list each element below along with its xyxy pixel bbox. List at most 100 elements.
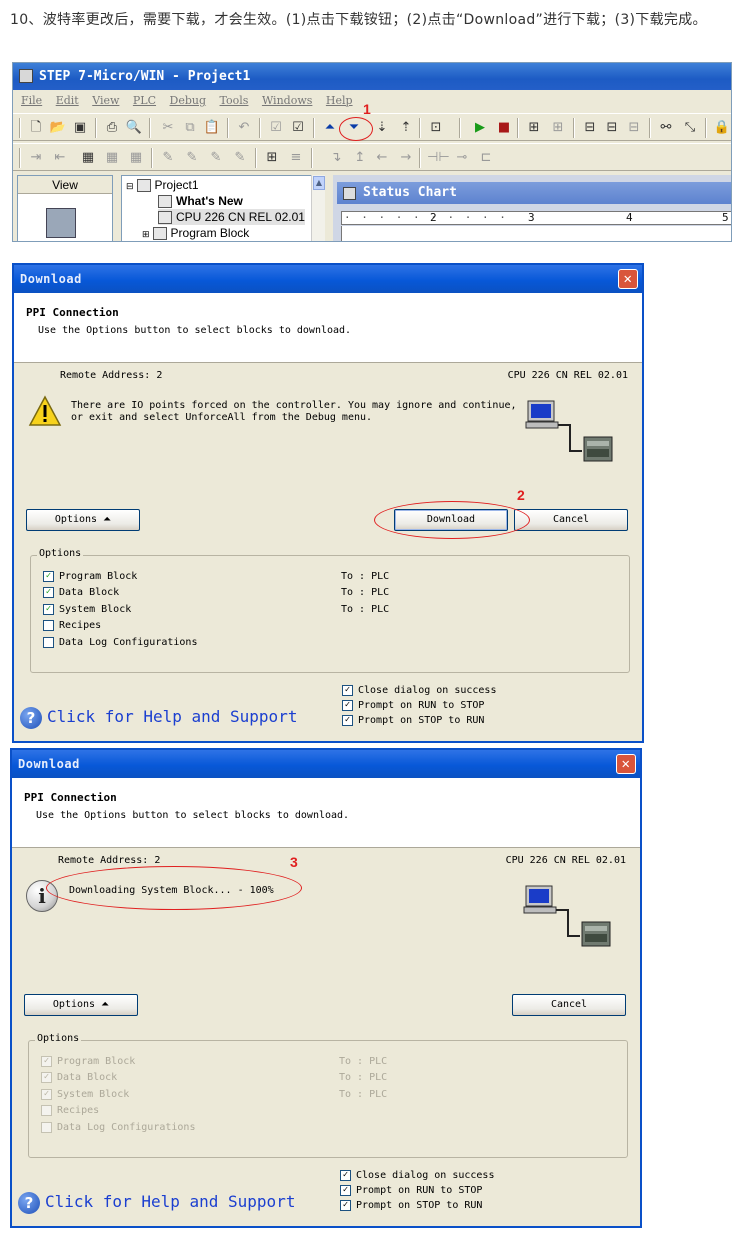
help-link[interactable]: ? Click for Help and Support: [18, 1190, 295, 1214]
menu-windows[interactable]: Windows: [262, 94, 312, 107]
option-recipes[interactable]: Recipes: [43, 619, 101, 633]
option-data-block[interactable]: ✓ Data Block: [43, 586, 119, 600]
checkbox-checked-icon[interactable]: ✓: [342, 684, 353, 696]
setting-prompt-run-to-stop[interactable]: ✓ Prompt on RUN to STOP: [342, 699, 484, 713]
checkbox-checked-icon[interactable]: ✓: [340, 1169, 351, 1181]
upload-icon[interactable]: ⏶: [321, 119, 339, 137]
cut-icon[interactable]: ✂: [159, 119, 177, 137]
symbol-table-icon[interactable]: ⊞: [263, 149, 281, 167]
pause-status-icon[interactable]: ⊞: [549, 119, 567, 137]
menu-view[interactable]: View: [92, 94, 119, 107]
write-all-icon[interactable]: ⊟: [625, 119, 643, 137]
run-icon[interactable]: ▶: [471, 119, 489, 137]
menu-file[interactable]: File: [21, 94, 42, 107]
dialog-header: PPI Connection Use the Options button to…: [12, 778, 640, 848]
insert-row-icon[interactable]: ⇥: [27, 149, 45, 167]
delete-row-icon[interactable]: ⇤: [51, 149, 69, 167]
undo-icon[interactable]: ↶: [235, 119, 253, 137]
line-down-icon[interactable]: ↴: [327, 149, 345, 167]
paste-icon[interactable]: 📋: [203, 119, 221, 137]
close-icon[interactable]: ✕: [618, 269, 638, 289]
checkbox-checked-icon[interactable]: ✓: [342, 714, 353, 726]
pencil-alt-icon[interactable]: ✎: [183, 149, 201, 167]
scroll-up-icon[interactable]: ▲: [313, 176, 325, 190]
menu-help[interactable]: Help: [326, 94, 353, 107]
pencil-alt3-icon[interactable]: ✎: [231, 149, 249, 167]
checkbox-checked-icon[interactable]: ✓: [342, 699, 353, 711]
checkbox-checked-icon[interactable]: ✓: [340, 1199, 351, 1211]
compile-icon[interactable]: ☑: [267, 119, 285, 137]
stop-icon[interactable]: ■: [495, 119, 513, 137]
box-icon[interactable]: ⊏: [477, 149, 495, 167]
single-read-icon[interactable]: ⊟: [603, 119, 621, 137]
tree-scrollbar[interactable]: ▲: [311, 175, 325, 241]
setting-prompt-stop-to-run[interactable]: ✓ Prompt on STOP to RUN: [340, 1199, 482, 1213]
force-icon[interactable]: ⚯: [657, 119, 675, 137]
options-button[interactable]: Options ⏶: [24, 994, 138, 1016]
close-icon[interactable]: ✕: [616, 754, 636, 774]
option-program-block[interactable]: ✓ Program Block: [43, 570, 137, 584]
sort-ascending-icon[interactable]: ⇣: [373, 119, 391, 137]
system-block-target: To : PLC: [341, 604, 390, 615]
menu-debug[interactable]: Debug: [170, 94, 207, 107]
cpu-icon: [158, 211, 172, 225]
cancel-button[interactable]: Cancel: [514, 509, 628, 531]
help-icon[interactable]: ?: [18, 1191, 40, 1214]
symbol-addressing-icon[interactable]: ≡: [287, 149, 305, 167]
line-right-icon[interactable]: →: [397, 149, 415, 167]
collapse-icon[interactable]: ⊟: [126, 181, 134, 191]
cancel-button[interactable]: Cancel: [512, 994, 626, 1016]
checkbox-unchecked-icon[interactable]: [43, 619, 54, 631]
help-link[interactable]: ? Click for Help and Support: [20, 705, 297, 729]
coil-icon[interactable]: ⊸: [453, 149, 471, 167]
setting-prompt-stop-to-run[interactable]: ✓ Prompt on STOP to RUN: [342, 714, 484, 728]
prev-bookmark-icon[interactable]: ▦: [127, 149, 145, 167]
checkbox-checked-icon[interactable]: ✓: [43, 570, 54, 582]
next-bookmark-icon[interactable]: ▦: [103, 149, 121, 167]
pencil-alt2-icon[interactable]: ✎: [207, 149, 225, 167]
options-button[interactable]: Options ⏶: [26, 509, 140, 531]
tree-item-whats-new[interactable]: What's New: [158, 193, 243, 209]
copy-icon[interactable]: ⧉: [181, 119, 199, 137]
warning-message-line1: There are IO points forced on the contro…: [71, 400, 517, 411]
compile-all-icon[interactable]: ☑: [289, 119, 307, 137]
status-chart-grid[interactable]: [341, 226, 731, 241]
pencil-icon[interactable]: ✎: [159, 149, 177, 167]
menu-edit[interactable]: Edit: [56, 94, 79, 107]
checkbox-unchecked-icon[interactable]: [43, 636, 54, 648]
new-file-icon[interactable]: 🗋: [27, 119, 45, 137]
line-up-icon[interactable]: ↥: [351, 149, 369, 167]
data-block-target: To : PLC: [339, 1072, 388, 1083]
unforce-icon[interactable]: ⤡: [681, 119, 699, 137]
lock-icon[interactable]: 🔒: [713, 119, 731, 137]
tree-item-program-block[interactable]: ⊞ Program Block: [142, 225, 249, 241]
save-all-icon[interactable]: ▣: [71, 119, 89, 137]
tree-item-cpu[interactable]: CPU 226 CN REL 02.01: [158, 209, 305, 225]
toggle-bookmark-icon[interactable]: ▦: [79, 149, 97, 167]
chart-status-icon[interactable]: ⊟: [581, 119, 599, 137]
setting-close-on-success[interactable]: ✓ Close dialog on success: [342, 684, 496, 698]
setting-close-on-success[interactable]: ✓ Close dialog on success: [340, 1169, 494, 1183]
checkbox-checked-icon[interactable]: ✓: [340, 1184, 351, 1196]
checkbox-checked-icon[interactable]: ✓: [43, 603, 54, 615]
contact-icon[interactable]: ⊣⊢: [427, 149, 450, 167]
options-icon[interactable]: ⊡: [427, 119, 445, 137]
program-status-icon[interactable]: ⊞: [525, 119, 543, 137]
option-system-block[interactable]: ✓ System Block: [43, 603, 131, 617]
line-left-icon[interactable]: ←: [373, 149, 391, 167]
print-preview-icon[interactable]: 🔍: [125, 119, 143, 137]
view-image-icon[interactable]: [46, 208, 76, 238]
view-panel-header[interactable]: View: [18, 176, 112, 194]
help-icon[interactable]: ?: [20, 706, 42, 729]
print-icon[interactable]: ⎙: [103, 119, 121, 137]
help-book-icon: [158, 195, 172, 209]
expand-icon[interactable]: ⊞: [142, 229, 150, 239]
tree-item-project1[interactable]: ⊟ Project1: [126, 177, 199, 193]
menu-plc[interactable]: PLC: [133, 94, 156, 107]
menu-tools[interactable]: Tools: [220, 94, 249, 107]
open-folder-icon[interactable]: 📂: [49, 119, 67, 137]
setting-prompt-run-to-stop[interactable]: ✓ Prompt on RUN to STOP: [340, 1184, 482, 1198]
checkbox-checked-icon[interactable]: ✓: [43, 586, 54, 598]
sort-descending-icon[interactable]: ⇡: [397, 119, 415, 137]
option-data-log-configurations[interactable]: Data Log Configurations: [43, 636, 197, 650]
